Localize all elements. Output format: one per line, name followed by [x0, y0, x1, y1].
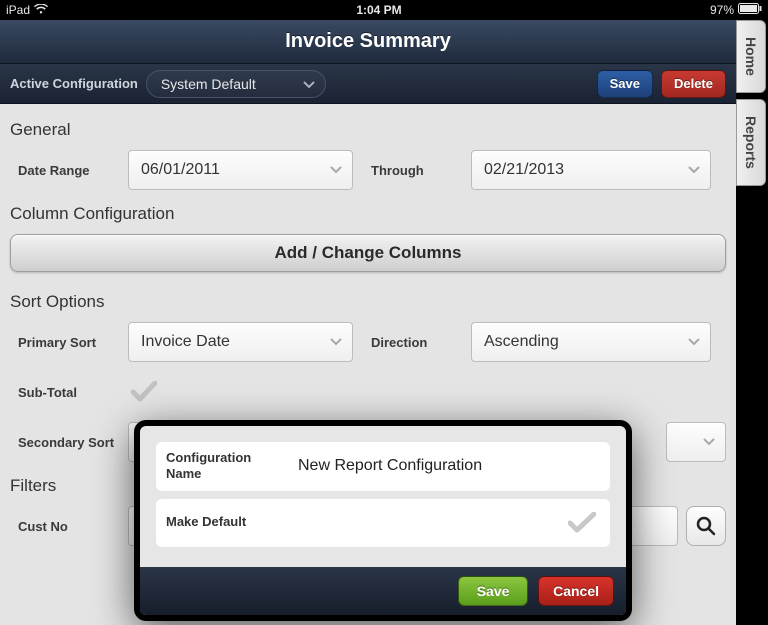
subtotal-label: Sub-Total: [18, 385, 128, 400]
header-delete-button[interactable]: Delete: [661, 70, 726, 98]
chevron-down-icon: [330, 333, 342, 351]
tab-reports[interactable]: Reports: [736, 99, 766, 186]
config-name-value: New Report Configuration: [298, 457, 482, 475]
secondary-extra-select[interactable]: [666, 422, 726, 462]
date-to-select[interactable]: 02/21/2013: [471, 150, 711, 190]
make-default-checkbox[interactable]: [286, 499, 610, 547]
direction-select[interactable]: Ascending: [471, 322, 711, 362]
config-bar: Active Configuration System Default Save…: [0, 64, 736, 104]
config-name-label: Configuration Name: [156, 442, 286, 491]
modal-cancel-button[interactable]: Cancel: [538, 576, 614, 606]
search-icon: [696, 516, 716, 536]
date-from-select[interactable]: 06/01/2011: [128, 150, 353, 190]
check-icon: [131, 381, 157, 403]
wifi-icon: [34, 3, 48, 17]
section-general: General: [10, 120, 726, 140]
make-default-label: Make Default: [156, 499, 286, 547]
status-bar: iPad 1:04 PM 97%: [0, 0, 768, 20]
section-column-config: Column Configuration: [10, 204, 726, 224]
direction-label: Direction: [371, 335, 471, 350]
section-sort-options: Sort Options: [10, 292, 726, 312]
add-change-columns-button[interactable]: Add / Change Columns: [10, 234, 726, 272]
cust-no-search-button[interactable]: [686, 506, 726, 546]
subtotal-checkbox[interactable]: [128, 376, 160, 408]
config-name-input[interactable]: New Report Configuration: [286, 442, 610, 491]
active-config-select[interactable]: System Default: [146, 70, 326, 98]
chevron-down-icon: [303, 76, 315, 92]
date-from-value: 06/01/2011: [141, 161, 220, 179]
date-to-value: 02/21/2013: [484, 161, 564, 179]
save-config-modal: Configuration Name New Report Configurat…: [134, 420, 632, 621]
date-range-label: Date Range: [18, 163, 128, 178]
primary-sort-value: Invoice Date: [141, 333, 230, 351]
modal-save-button[interactable]: Save: [458, 576, 528, 606]
check-icon: [568, 512, 596, 534]
direction-value: Ascending: [484, 333, 559, 351]
chevron-down-icon: [703, 433, 715, 451]
tab-home[interactable]: Home: [736, 20, 766, 93]
primary-sort-label: Primary Sort: [18, 335, 128, 350]
modal-row-name: Configuration Name New Report Configurat…: [156, 442, 610, 491]
battery-icon: [738, 3, 762, 17]
secondary-sort-label: Secondary Sort: [18, 435, 128, 450]
through-label: Through: [371, 163, 471, 178]
primary-sort-select[interactable]: Invoice Date: [128, 322, 353, 362]
cust-no-label: Cust No: [18, 519, 128, 534]
battery-pct: 97%: [710, 3, 734, 17]
chevron-down-icon: [688, 333, 700, 351]
modal-row-default: Make Default: [156, 499, 610, 547]
page-title: Invoice Summary: [0, 20, 736, 64]
active-config-value: System Default: [161, 76, 256, 92]
active-config-label: Active Configuration: [10, 76, 138, 91]
chevron-down-icon: [330, 161, 342, 179]
chevron-down-icon: [688, 161, 700, 179]
status-time: 1:04 PM: [48, 3, 710, 17]
header-save-button[interactable]: Save: [597, 70, 653, 98]
modal-footer: Save Cancel: [140, 567, 626, 615]
device-label: iPad: [6, 3, 30, 17]
side-tabs: Home Reports: [736, 20, 768, 625]
